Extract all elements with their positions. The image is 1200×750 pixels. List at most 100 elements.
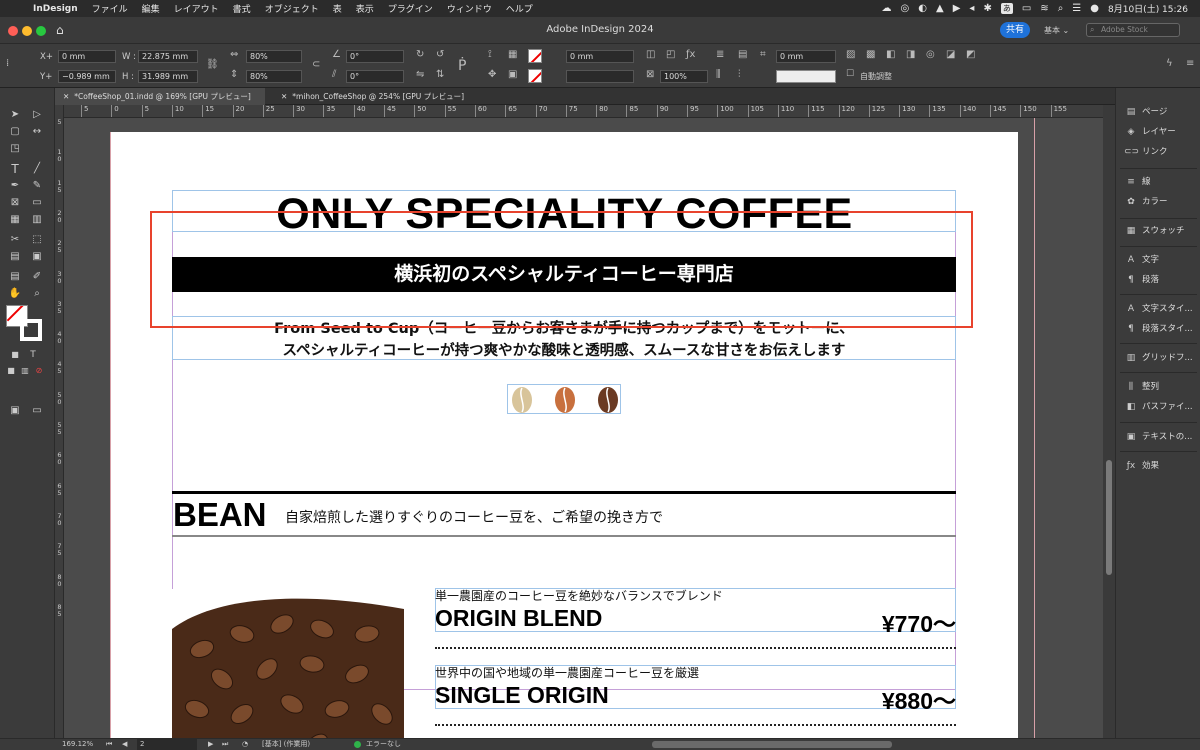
menu-item-1-price[interactable]: ¥770〜: [830, 605, 956, 639]
h-field[interactable]: 31.989 mm: [138, 70, 198, 83]
flip-vertical-icon[interactable]: ⇅: [436, 69, 444, 80]
fill-swatch[interactable]: [528, 49, 542, 63]
stroke-weight-field[interactable]: 0 mm: [566, 50, 634, 63]
stroke-weight-2-field[interactable]: 0 mm: [776, 50, 836, 63]
subheadline-bar[interactable]: 横浜初のスペシャルティコーヒー専門店: [172, 257, 956, 292]
panel-layers[interactable]: ◈ レイヤー: [1116, 122, 1200, 142]
opacity-field[interactable]: 100%: [660, 70, 708, 83]
apply-gradient-icon[interactable]: ▥: [18, 364, 32, 378]
auto-fit-checkbox[interactable]: ☐: [846, 69, 854, 79]
panel-align[interactable]: ⫼ 整列: [1116, 377, 1200, 397]
share-button[interactable]: 共有: [1000, 22, 1030, 38]
formatting-text-icon[interactable]: T: [26, 348, 40, 362]
stroke-swatch[interactable]: [528, 69, 542, 83]
scale-y-field[interactable]: 80%: [246, 70, 302, 83]
rotate-ccw-icon[interactable]: ↺: [436, 49, 444, 60]
panel-menu-icon[interactable]: ≡: [1186, 58, 1194, 69]
siri-icon[interactable]: ●: [1090, 3, 1099, 14]
menu-view[interactable]: 表示: [349, 2, 381, 15]
apply-none-icon[interactable]: ⊘: [32, 364, 46, 378]
flip-horizontal-icon[interactable]: ⇋: [416, 69, 424, 80]
menu-help[interactable]: ヘルプ: [499, 2, 540, 15]
apply-color-icon[interactable]: ■: [4, 364, 18, 378]
panel-paragraph-styles[interactable]: ¶ 段落スタイ...: [1116, 319, 1200, 339]
close-tab-icon[interactable]: ✕: [63, 92, 69, 101]
shear-field[interactable]: 0°: [346, 70, 404, 83]
menu-item-2-price[interactable]: ¥880〜: [830, 682, 956, 716]
x-field[interactable]: 0 mm: [58, 50, 116, 63]
bluetooth-icon[interactable]: ✱: [983, 3, 991, 14]
corner-options-icon[interactable]: ◰: [666, 49, 675, 60]
page-tool-icon[interactable]: ▢: [8, 125, 22, 139]
volume-icon[interactable]: ◂: [969, 3, 974, 14]
text-orientation-icon[interactable]: Ṗ: [458, 58, 466, 74]
panel-effects[interactable]: ƒx 効果: [1116, 456, 1200, 476]
gradient-swatch-tool-icon[interactable]: ▤: [8, 250, 22, 264]
constrain-proportions-icon[interactable]: ⛓: [206, 59, 219, 70]
line-tool-icon[interactable]: ╱: [30, 162, 44, 176]
effects-icon[interactable]: ƒx: [686, 49, 695, 60]
stroke-align-icon[interactable]: ⌗: [760, 49, 766, 60]
adobe-stock-search[interactable]: ⌕ Adobe Stock: [1086, 23, 1180, 37]
direct-selection-tool-icon[interactable]: ▷: [30, 108, 44, 122]
note-tool-icon[interactable]: ▤: [8, 270, 22, 284]
frame-fitting-icon[interactable]: ◫: [646, 49, 655, 60]
auto-fit-frame-icon[interactable]: ▨: [846, 49, 855, 60]
cloud-icon[interactable]: ☁: [882, 3, 892, 14]
vertical-scrollbar[interactable]: [1103, 105, 1115, 738]
type-tool-icon[interactable]: T: [8, 162, 22, 176]
rotate-field[interactable]: 0°: [346, 50, 404, 63]
rectangle-frame-tool-icon[interactable]: ⊠: [8, 196, 22, 210]
text-wrap-none-icon[interactable]: ≣: [716, 49, 724, 60]
screen-mode-icon[interactable]: ▣: [8, 404, 22, 418]
zoom-level[interactable]: 169.12%: [62, 739, 93, 750]
panel-links[interactable]: ⊂⊃ リンク: [1116, 142, 1200, 162]
formatting-container-icon[interactable]: ■: [8, 348, 22, 362]
clock[interactable]: 8月10日(土) 15:26: [1108, 2, 1188, 15]
input-mode-badge[interactable]: あ: [1000, 3, 1013, 14]
panel-pages[interactable]: ▤ ページ: [1116, 102, 1200, 122]
menu-item-1-name[interactable]: ORIGIN BLEND: [435, 605, 602, 632]
first-page-icon[interactable]: ⏮: [106, 739, 112, 750]
sync-icon[interactable]: ◐: [918, 3, 927, 14]
prev-page-icon[interactable]: ◀: [122, 739, 127, 750]
menu-window[interactable]: ウィンドウ: [440, 2, 499, 15]
y-field[interactable]: −0.989 mm: [58, 70, 116, 83]
scale-x-field[interactable]: 80%: [246, 50, 302, 63]
preflight-menu-icon[interactable]: ◔: [242, 739, 248, 750]
menu-item-1-description[interactable]: 単一農園産のコーヒー豆を絶妙なバランスでブレンド: [435, 587, 723, 604]
scissors-tool-icon[interactable]: ✂: [8, 233, 22, 247]
preflight-profile[interactable]: [基本] (作業用): [262, 739, 310, 750]
grid-tool-icon[interactable]: ▦: [8, 213, 22, 227]
creative-cloud-icon[interactable]: ◎: [901, 3, 910, 14]
frame-grid-tool-icon[interactable]: ▥: [30, 213, 44, 227]
wifi-icon[interactable]: ≋: [1040, 3, 1048, 14]
stroke-type-field[interactable]: [566, 70, 634, 83]
fit-content-icon[interactable]: ▩: [866, 49, 875, 60]
menu-object[interactable]: オブジェクト: [258, 2, 326, 15]
bean-icons-group[interactable]: [507, 384, 621, 414]
menu-edit[interactable]: 編集: [135, 2, 167, 15]
vpn-icon[interactable]: ▲: [936, 3, 944, 14]
select-content-icon[interactable]: ✥: [488, 69, 496, 80]
vertical-ruler[interactable]: 5 1 0 1 5 2 0 2 5 3 0 3 5 4 0 4 5 5 0 5 5 6 0 6 5 7 0…: [55, 105, 64, 740]
distribute-icon[interactable]: ⫶: [738, 69, 741, 80]
lead-text[interactable]: From Seed to Cup（コーヒー豆からお客さまが手に持つカップまで）を…: [172, 318, 956, 362]
preview-mode-icon[interactable]: ▭: [30, 404, 44, 418]
stroke-style-field[interactable]: [776, 70, 836, 83]
reference-point-icon[interactable]: ⁞: [6, 58, 9, 69]
pen-tool-icon[interactable]: ✒: [8, 179, 22, 193]
rotate-cw-icon[interactable]: ↻: [416, 49, 424, 60]
tab-coffeeshop-01[interactable]: ✕ *CoffeeShop_01.indd @ 169% [GPU プレビュー]: [55, 88, 265, 105]
menu-app[interactable]: InDesign: [26, 4, 85, 14]
panel-pathfinder[interactable]: ◧ パスファイ...: [1116, 397, 1200, 417]
hand-tool-icon[interactable]: ✋: [8, 287, 22, 301]
free-transform-tool-icon[interactable]: ⬚: [30, 233, 44, 247]
align-icon[interactable]: ⫼: [716, 69, 721, 80]
panel-character-styles[interactable]: A 文字スタイ...: [1116, 299, 1200, 319]
workspace-switcher[interactable]: 基本 ⌄: [1044, 25, 1069, 36]
fill-stroke-proxy[interactable]: [6, 305, 46, 343]
lightning-icon[interactable]: ϟ: [1166, 58, 1173, 69]
menu-file[interactable]: ファイル: [85, 2, 135, 15]
menu-type[interactable]: 書式: [226, 2, 258, 15]
